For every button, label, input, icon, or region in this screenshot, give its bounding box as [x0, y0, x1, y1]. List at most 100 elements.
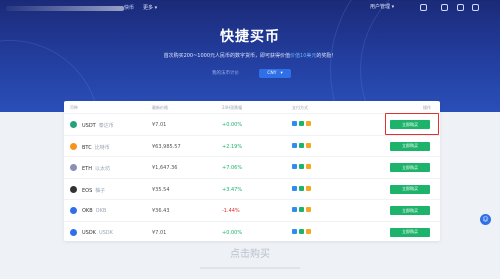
wechat-icon	[299, 142, 304, 148]
header-payment: 支付方式	[292, 105, 308, 110]
coin-name: 泰达币	[98, 123, 114, 129]
payment-methods	[292, 228, 311, 234]
divider	[200, 267, 300, 269]
table-row: USDK USDK ¥7.01 +0.00% 立即购买	[64, 220, 440, 242]
window-icon[interactable]	[472, 4, 479, 11]
bankcard-icon	[306, 121, 311, 126]
coin-icon	[70, 207, 77, 214]
bankcard-icon	[306, 185, 311, 191]
coin-symbol-text: ETH	[82, 166, 92, 172]
gear-icon[interactable]	[420, 4, 427, 11]
hero-banner: 快币 更多 ▾ 用户管理 ▾ 快捷买币 首次购买200~1000元人民币的数字货…	[0, 0, 500, 112]
header-change: 24H涨跌幅	[222, 105, 243, 110]
table-row: USDT 泰达币 ¥7.01 +0.00% 立即购买	[64, 113, 440, 134]
coin-name: USDK	[98, 229, 113, 236]
payment-methods	[292, 121, 311, 126]
coin-symbol-text: BTC	[82, 144, 92, 151]
coin-icon	[70, 121, 77, 128]
coin-price: ¥7.01	[152, 122, 167, 128]
payment-methods	[292, 164, 311, 169]
coin-name: 柚子	[95, 187, 106, 194]
table-row: ETH 以太坊 ¥1,647.36 +7.06% 立即购买	[64, 156, 440, 177]
bankcard-icon	[306, 142, 311, 148]
alipay-icon	[292, 164, 297, 169]
table-row: EOS 柚子 ¥35.54 +3.47% 立即购买	[64, 177, 440, 199]
payment-methods	[292, 207, 311, 212]
promo-subtitle: 首次购买200~1000元人民币的数字货币，即可获得价值价值10美元的奖励！	[0, 52, 500, 59]
chevron-down-icon: ▾	[280, 71, 283, 76]
promo-link[interactable]: 价值10美元	[290, 53, 316, 59]
coin-symbol: ETH 以太坊	[82, 165, 110, 172]
bankcard-icon	[306, 228, 311, 234]
bankcard-icon	[306, 207, 311, 212]
alipay-icon	[292, 142, 297, 148]
coin-symbol: EOS 柚子	[82, 187, 105, 194]
table-row: OKB OKB ¥36.43 -1.44% 立即购买	[64, 199, 440, 220]
currency-value: CNY	[267, 71, 277, 76]
coin-symbol-text: USDT	[82, 123, 96, 129]
coin-symbol-text: OKB	[82, 208, 93, 214]
buy-now-button[interactable]: 立即购买	[390, 227, 430, 237]
coin-price: ¥7.01	[152, 229, 167, 236]
coin-symbol-text: USDK	[82, 229, 96, 236]
coin-name: OKB	[95, 208, 107, 214]
table-header: 币种 最新价格 24H涨跌幅 支付方式 操作	[64, 101, 440, 113]
logo[interactable]	[6, 6, 124, 11]
coin-table: 币种 最新价格 24H涨跌幅 支付方式 操作 USDT 泰达币 ¥7.01 +0.00…	[64, 101, 440, 241]
highlight-box	[385, 113, 439, 135]
coin-symbol: BTC 比特币	[82, 144, 110, 151]
coin-symbol-text: EOS	[82, 187, 93, 194]
coin-change: +0.00%	[222, 122, 243, 128]
user-menu[interactable]: 用户管理 ▾	[370, 3, 394, 10]
wechat-icon	[299, 228, 304, 234]
coin-price: ¥35.54	[152, 186, 170, 193]
wechat-icon	[299, 121, 304, 126]
header-price: 最新价格	[152, 105, 168, 110]
logo-text[interactable]: 快币	[124, 4, 134, 11]
coin-change: +3.47%	[222, 186, 243, 193]
coin-symbol: OKB OKB	[82, 208, 106, 214]
buy-now-button[interactable]: 立即购买	[390, 206, 430, 215]
wechat-icon	[299, 164, 304, 169]
payment-methods	[292, 142, 311, 148]
bell-icon[interactable]	[457, 4, 464, 11]
buy-now-button[interactable]: 立即购买	[390, 141, 430, 151]
promo-text-end: 的奖励！	[316, 53, 337, 59]
table-row: BTC 比特币 ¥63,985.57 +2.19% 立即购买	[64, 134, 440, 156]
buy-now-button[interactable]: 立即购买	[390, 184, 430, 194]
support-button[interactable]: ☺	[480, 214, 491, 225]
coin-change: +2.19%	[222, 143, 243, 150]
grid-icon[interactable]	[441, 4, 448, 11]
header-action: 操作	[423, 105, 431, 110]
coin-change: +0.00%	[222, 229, 243, 236]
currency-select[interactable]: CNY ▾	[259, 69, 291, 78]
buy-now-button[interactable]: 立即购买	[390, 163, 430, 172]
alipay-icon	[292, 121, 297, 126]
page-title: 快捷买币	[220, 29, 280, 45]
top-nav: 快币 更多 ▾ 用户管理 ▾	[0, 0, 500, 18]
bankcard-icon	[306, 164, 311, 169]
alipay-icon	[292, 228, 297, 234]
coin-price: ¥63,985.57	[152, 143, 181, 150]
wechat-icon	[299, 185, 304, 191]
payment-methods	[292, 185, 311, 191]
coin-change: +7.06%	[222, 165, 243, 171]
coin-icon	[70, 185, 77, 193]
nav-more-menu[interactable]: 更多 ▾	[143, 4, 157, 11]
promo-text: 首次购买200~1000元人民币的数字货币，即可获得价值	[163, 53, 291, 59]
coin-symbol: USDK USDK	[82, 230, 113, 236]
section-title: 点击购买	[230, 249, 270, 260]
coin-icon	[70, 228, 77, 236]
alipay-icon	[292, 207, 297, 212]
coin-price: ¥36.43	[152, 208, 170, 214]
currency-label: 我的法币计价	[212, 71, 239, 76]
coin-name: 以太坊	[94, 166, 110, 172]
coin-price: ¥1,647.36	[152, 165, 178, 171]
coin-change: -1.44%	[222, 208, 240, 214]
coin-symbol: USDT 泰达币	[82, 122, 114, 129]
header-coin: 币种	[70, 105, 78, 110]
coin-icon	[70, 164, 77, 171]
coin-icon	[70, 142, 77, 150]
wechat-icon	[299, 207, 304, 212]
coin-name: 比特币	[94, 144, 110, 151]
